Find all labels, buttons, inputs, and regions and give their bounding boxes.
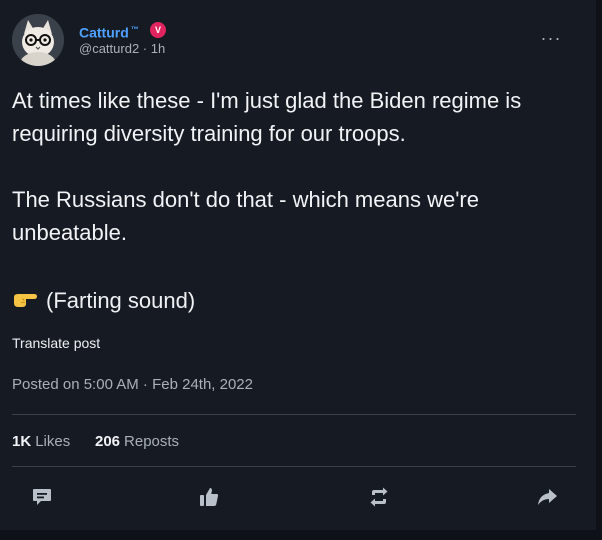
comment-icon[interactable] bbox=[30, 485, 54, 509]
reposts-label: Reposts bbox=[124, 433, 180, 450]
post-card: Catturd ™ V @catturd2 · 1h ··· At times l… bbox=[0, 0, 596, 530]
display-name[interactable]: Catturd ™ bbox=[79, 21, 139, 42]
pointing-right-hand-icon bbox=[12, 286, 38, 307]
likes-stat[interactable]: 1K Likes bbox=[12, 432, 70, 452]
likes-count: 1K bbox=[12, 433, 32, 450]
author-meta: @catturd2 · 1h bbox=[79, 40, 165, 58]
post-paragraph-emoji-line: (Farting sound) bbox=[12, 284, 195, 317]
display-name-text: Catturd bbox=[79, 24, 129, 41]
verified-badge-icon: V bbox=[150, 22, 166, 38]
post-paragraph: At times like these - I'm just glad the … bbox=[12, 88, 522, 146]
reposts-count: 206 bbox=[95, 433, 121, 450]
share-icon[interactable] bbox=[535, 485, 559, 509]
trademark-symbol: ™ bbox=[130, 25, 139, 34]
post-paragraph: The Russians don't do that - which means… bbox=[12, 187, 479, 245]
handle[interactable]: @catturd2 bbox=[79, 41, 139, 56]
post-timestamp: Posted on 5:00 AM · Feb 24th, 2022 bbox=[12, 376, 253, 393]
repost-icon[interactable] bbox=[367, 485, 391, 509]
time-ago[interactable]: 1h bbox=[151, 41, 165, 56]
divider bbox=[12, 414, 576, 415]
post-text: At times like these - I'm just glad the … bbox=[12, 84, 582, 249]
post-paragraph: (Farting sound) bbox=[46, 288, 196, 313]
avatar[interactable] bbox=[12, 14, 64, 66]
cat-avatar-icon bbox=[12, 14, 64, 66]
more-options-icon[interactable]: ··· bbox=[539, 28, 563, 48]
meta-separator: · bbox=[142, 41, 148, 56]
translate-post-link[interactable]: Translate post bbox=[12, 333, 100, 353]
likes-label: Likes bbox=[35, 433, 71, 450]
divider bbox=[12, 466, 576, 467]
reposts-stat[interactable]: 206 Reposts bbox=[95, 432, 179, 452]
like-icon[interactable] bbox=[197, 485, 221, 509]
